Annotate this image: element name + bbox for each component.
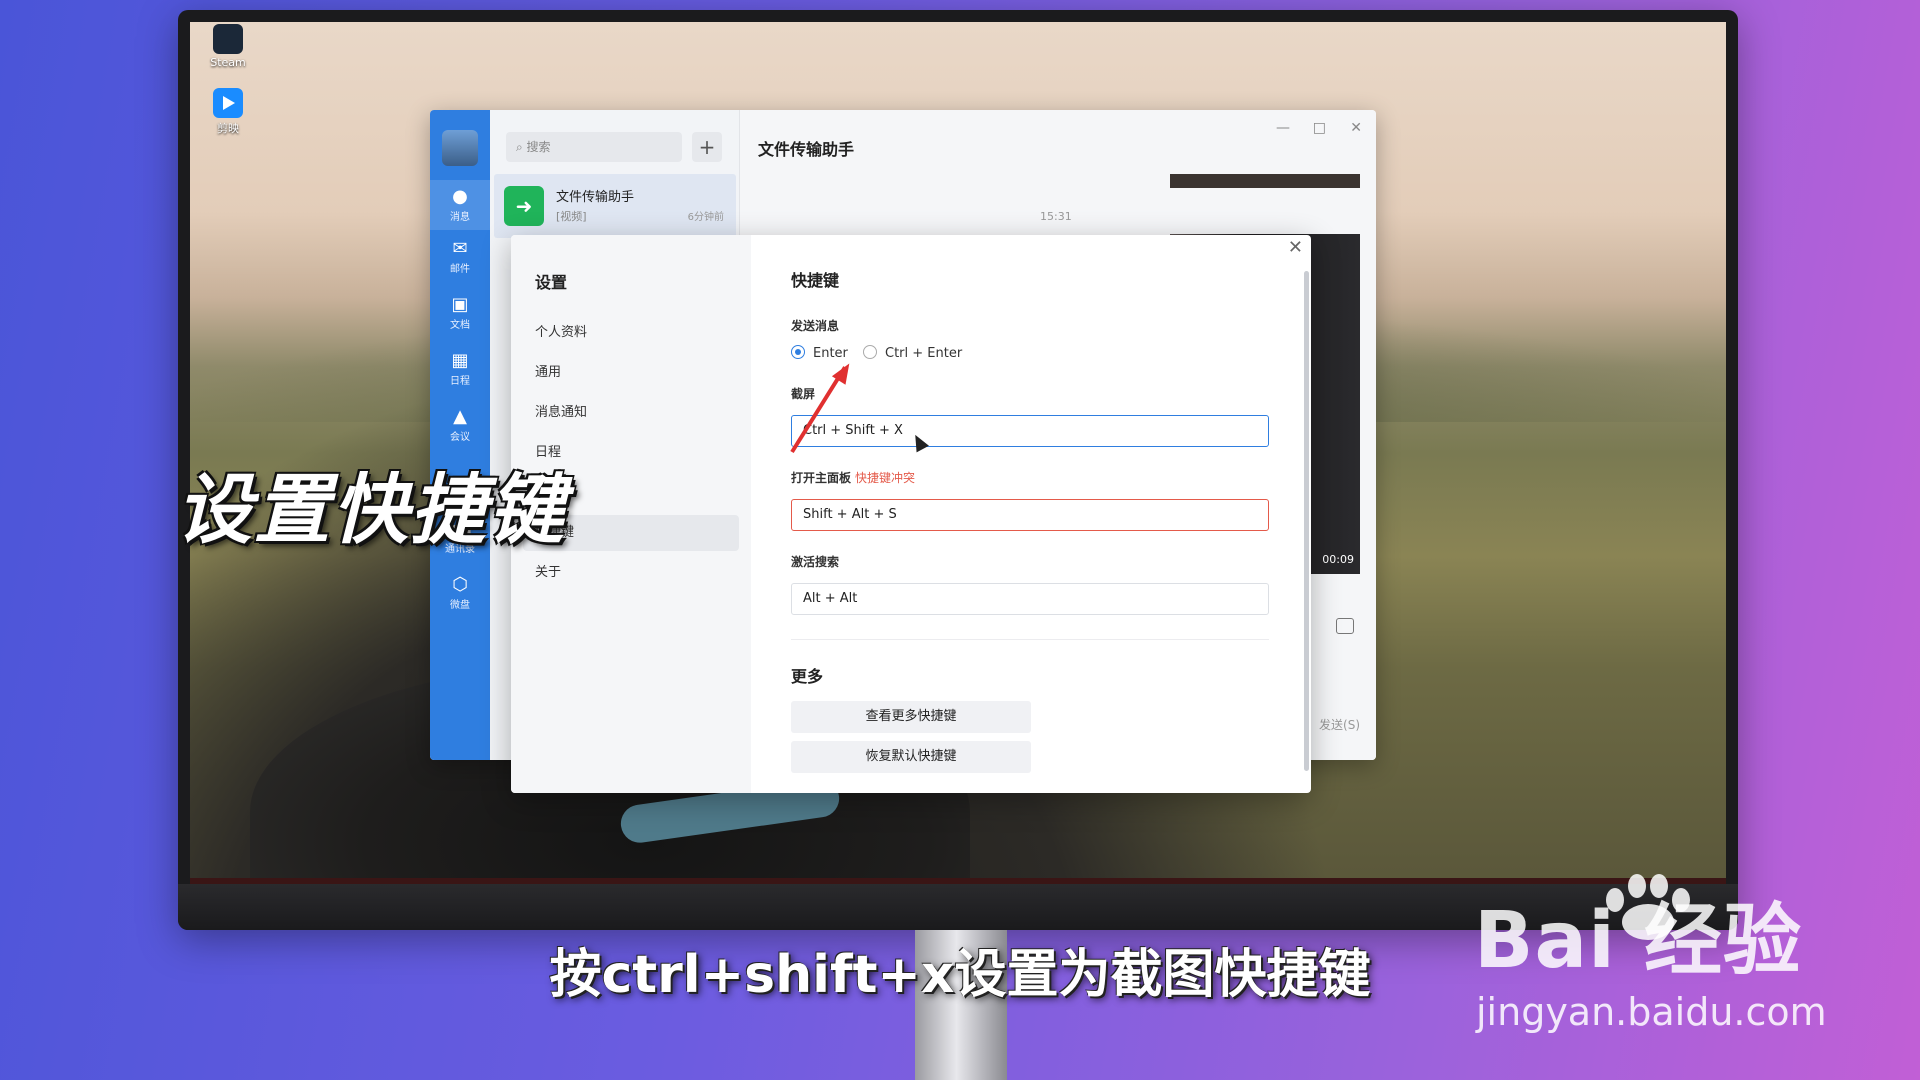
mail-icon: ✉	[452, 238, 468, 259]
minimize-icon[interactable]: —	[1276, 120, 1290, 136]
baidu-paw-icon	[1592, 870, 1702, 940]
radio-unselected-icon	[863, 345, 877, 359]
conflict-warning: 快捷键冲突	[855, 471, 916, 485]
close-icon[interactable]: ✕	[1350, 120, 1362, 136]
nav-sidebar: ● 消息 ✉ 邮件 ▣ 文档 ▦ 日程 ▲ 会议 ▪▪ 通讯录 ⬡ 微盘	[430, 110, 490, 760]
screenshot-shortcut-input[interactable]: Ctrl + Shift + X	[791, 415, 1269, 447]
chat-title: 文件传输助手	[758, 140, 855, 159]
cloud-drive-icon: ⬡	[452, 574, 468, 595]
divider	[791, 639, 1269, 640]
settings-item-general[interactable]: 通用	[523, 355, 739, 391]
avatar[interactable]	[442, 130, 478, 166]
settings-item-about[interactable]: 关于	[523, 555, 739, 591]
desktop-icon-label: Steam	[210, 56, 246, 69]
nav-item-calendar[interactable]: ▦ 日程	[430, 350, 490, 387]
overlay-title: 设置快捷键	[176, 465, 566, 554]
screenshot-label: 截屏	[791, 387, 816, 401]
plus-icon: +	[698, 135, 716, 159]
settings-item-profile[interactable]: 个人资料	[523, 315, 739, 351]
search-icon: ⌕	[516, 140, 527, 154]
nav-item-messages[interactable]: ● 消息	[430, 180, 490, 230]
nav-item-docs[interactable]: ▣ 文档	[430, 294, 490, 331]
nav-label: 邮件	[450, 264, 470, 275]
chat-item-preview: [视频]	[556, 210, 587, 223]
chat-list-item[interactable]: ➜ 文件传输助手 [视频] 6分钟前	[494, 174, 736, 238]
jianying-icon	[213, 88, 243, 118]
open-panel-shortcut-input[interactable]: Shift + Alt + S	[791, 499, 1269, 531]
desktop-icon-label: 剪映	[217, 122, 239, 135]
radio-ctrl-enter[interactable]: Ctrl + Enter	[863, 345, 962, 361]
history-icon[interactable]	[1336, 618, 1354, 634]
settings-dialog: 设置 个人资料 通用 消息通知 日程 快捷键 关于 ✕ 快捷键 发送消息 Ent…	[511, 235, 1311, 793]
restore-default-shortcuts-button[interactable]: 恢复默认快捷键	[791, 741, 1031, 773]
activate-search-label: 激活搜索	[791, 555, 840, 569]
search-placeholder: 搜索	[526, 140, 551, 154]
image-message[interactable]	[1170, 174, 1360, 188]
desktop-icon-jianying[interactable]: 剪映	[198, 88, 258, 136]
nav-label: 会议	[450, 432, 470, 443]
search-input[interactable]: ⌕ 搜索	[506, 132, 682, 162]
shortcut-settings-panel: 快捷键 发送消息 Enter Ctrl + Enter 截屏 Ctrl + Sh…	[751, 235, 1311, 793]
section-title: 快捷键	[791, 271, 840, 290]
settings-item-notifications[interactable]: 消息通知	[523, 395, 739, 431]
view-more-shortcuts-button[interactable]: 查看更多快捷键	[791, 701, 1031, 733]
radio-selected-icon	[791, 345, 805, 359]
settings-title: 设置	[535, 273, 568, 292]
baidu-watermark: Bai 经验	[1474, 874, 1802, 990]
send-message-label: 发送消息	[791, 319, 840, 333]
maximize-icon[interactable]: □	[1313, 120, 1326, 136]
calendar-icon: ▦	[451, 350, 469, 371]
nav-item-drive[interactable]: ⬡ 微盘	[430, 574, 490, 611]
file-transfer-icon: ➜	[504, 186, 544, 226]
add-button[interactable]: +	[692, 132, 722, 162]
scrollbar[interactable]	[1304, 271, 1309, 771]
nav-label: 微盘	[450, 600, 470, 611]
nav-label: 文档	[450, 320, 470, 331]
activate-search-shortcut-input[interactable]: Alt + Alt	[791, 583, 1269, 615]
steam-icon	[213, 24, 243, 54]
video-duration: 00:09	[1322, 553, 1354, 566]
nav-label: 消息	[450, 212, 470, 223]
radio-label: Ctrl + Enter	[885, 346, 963, 361]
nav-label: 日程	[450, 376, 470, 387]
nav-item-meeting[interactable]: ▲ 会议	[430, 406, 490, 443]
meeting-icon: ▲	[453, 406, 467, 427]
radio-enter[interactable]: Enter	[791, 345, 848, 361]
nav-item-mail[interactable]: ✉ 邮件	[430, 238, 490, 275]
chat-timestamp: 15:31	[1040, 210, 1072, 223]
chat-item-time: 6分钟前	[687, 212, 724, 223]
more-title: 更多	[791, 667, 824, 686]
send-button[interactable]: 发送(S)	[1319, 716, 1360, 733]
chat-bubble-icon: ●	[452, 186, 468, 207]
open-panel-label: 打开主面板 快捷键冲突	[791, 469, 915, 486]
desktop-icon-steam[interactable]: Steam	[198, 24, 258, 69]
watermark-url: jingyan.baidu.com	[1476, 990, 1827, 1034]
doc-icon: ▣	[451, 294, 469, 315]
chat-item-name: 文件传输助手	[556, 190, 635, 205]
open-panel-label-text: 打开主面板	[791, 471, 852, 485]
